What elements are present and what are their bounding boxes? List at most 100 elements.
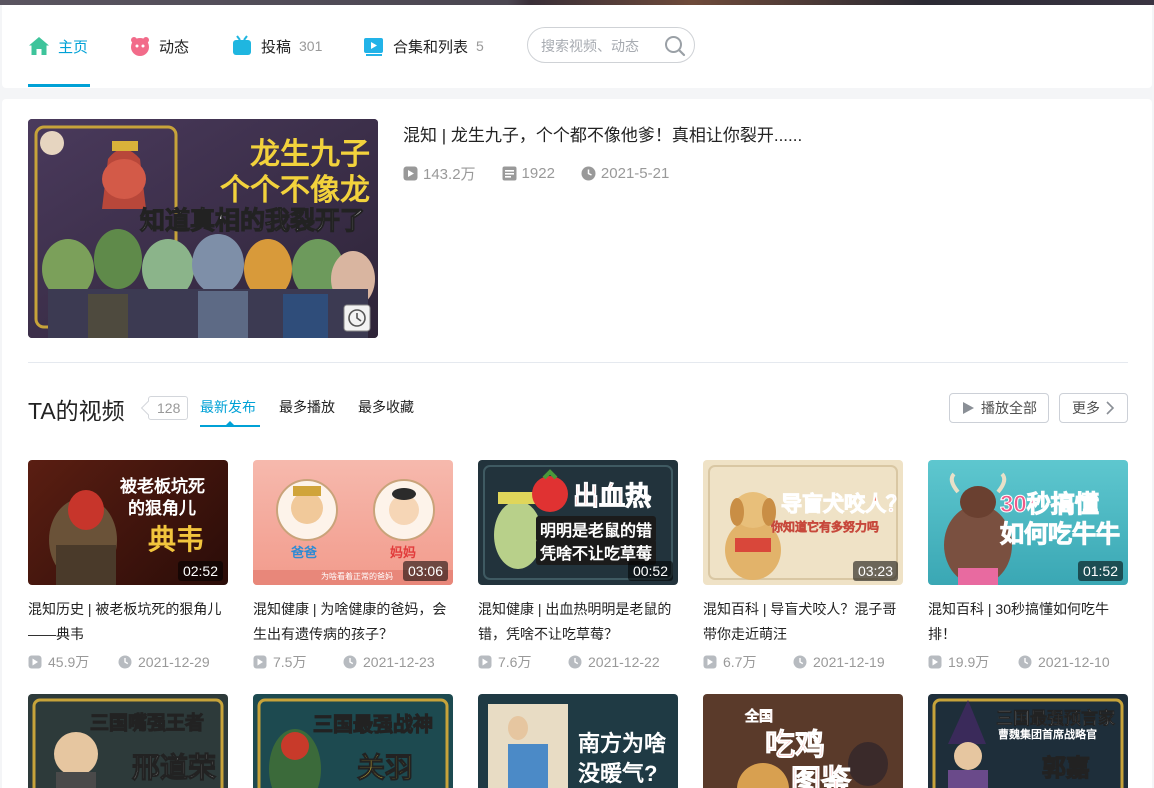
publish-date-value: 2021-12-29: [138, 654, 210, 670]
publish-date-value: 2021-12-22: [588, 654, 660, 670]
video-card[interactable]: 南方为啥 没暖气?: [478, 694, 678, 788]
nav-tab-label: 动态: [159, 38, 190, 56]
video-card[interactable]: 全国 吃鸡 图鉴: [703, 694, 903, 788]
clock-icon: [343, 655, 357, 669]
home-icon: [28, 35, 50, 57]
video-card[interactable]: 三国最强预言家 曹魏集团首席战略官 郭嘉: [928, 694, 1128, 788]
thumb-text: 三国最强战神: [313, 714, 434, 737]
publish-date-value: 2021-12-19: [813, 654, 885, 670]
play-all-button[interactable]: 播放全部: [949, 393, 1049, 423]
play-count: 19.9万: [928, 652, 1018, 672]
video-thumbnail[interactable]: 全国 吃鸡 图鉴: [703, 694, 903, 788]
video-thumbnail[interactable]: 导盲犬咬人？ 你知道它有多努力吗 03:23: [703, 460, 903, 585]
play-icon: [963, 402, 974, 414]
videos-count-badge: 128: [148, 396, 189, 420]
search-box[interactable]: [527, 27, 695, 63]
nav-tab-count: 301: [299, 38, 323, 54]
clock-icon: [581, 166, 596, 181]
video-meta: 6.7万 2021-12-19: [703, 653, 903, 671]
thumb-text: 关羽: [356, 752, 414, 784]
duration-badge: 03:23: [852, 561, 898, 581]
publish-date: 2021-12-10: [1018, 654, 1110, 670]
thumb-text: 爸爸: [291, 545, 318, 560]
sort-tab-most-played[interactable]: 最多播放: [279, 397, 335, 417]
nav-tab-label: 合集和列表: [393, 38, 469, 56]
video-card[interactable]: 出血热 明明是老鼠的错 凭啥不让吃草莓 00:52 混知健康 | 出血热明明是老…: [478, 460, 678, 671]
thumb-text: 典韦: [148, 524, 205, 555]
nav-tab-label: 主页: [58, 38, 89, 56]
sort-tab-latest[interactable]: 最新发布: [200, 397, 256, 417]
video-card[interactable]: 三国嘴强王者 邢道荣: [28, 694, 228, 788]
nav-tab-collections[interactable]: 合集和列表 5: [363, 35, 484, 57]
danmaku-count-value: 1922: [521, 165, 555, 182]
publish-date-value: 2021-12-23: [363, 654, 435, 670]
featured-video-meta: 143.2万 1922 2021-5-21: [403, 163, 695, 184]
video-card[interactable]: 爸爸 妈妈 为啥看着正常的爸妈 03:06 混知健康 | 为啥健康的爸妈，会生出…: [253, 460, 453, 671]
more-button[interactable]: 更多: [1059, 393, 1128, 423]
thumb-text: 南方为啥: [578, 731, 667, 756]
play-count-icon: [928, 655, 942, 669]
play-count: 6.7万: [703, 652, 793, 672]
duration-badge: 03:06: [402, 561, 448, 581]
play-count-value: 7.6万: [498, 654, 532, 670]
nav-tab-label: 投稿: [261, 38, 292, 56]
playlist-icon: [363, 35, 385, 57]
more-label: 更多: [1072, 400, 1100, 416]
play-count-value: 143.2万: [423, 166, 476, 183]
video-title[interactable]: 混知健康 | 出血热明明是老鼠的错，凭啥不让吃草莓？: [478, 597, 678, 647]
featured-video-title[interactable]: 混知 | 龙生九子，个个都不像他爹！真相让你裂开......: [403, 121, 802, 146]
search-input[interactable]: [541, 36, 659, 56]
search-icon[interactable]: [663, 34, 687, 58]
clock-icon: [118, 655, 132, 669]
publish-date-value: 2021-12-10: [1038, 654, 1110, 670]
play-count: 143.2万: [403, 163, 476, 184]
play-all-label: 播放全部: [981, 400, 1037, 416]
thumb-text: 知道真相的我裂开了: [139, 207, 366, 236]
video-thumbnail[interactable]: 三国最强战神 关羽: [253, 694, 453, 788]
video-thumbnail[interactable]: 出血热 明明是老鼠的错 凭啥不让吃草莓 00:52: [478, 460, 678, 585]
clock-icon: [568, 655, 582, 669]
danmaku-icon: [502, 166, 517, 181]
video-thumbnail[interactable]: 三国最强预言家 曹魏集团首席战略官 郭嘉: [928, 694, 1128, 788]
video-thumbnail[interactable]: 三国嘴强王者 邢道荣: [28, 694, 228, 788]
video-thumbnail[interactable]: 南方为啥 没暖气?: [478, 694, 678, 788]
dynamic-icon: [129, 35, 151, 57]
sort-tab-underline: [200, 421, 260, 427]
play-count-value: 19.9万: [948, 654, 990, 670]
publish-date: 2021-12-19: [793, 654, 885, 670]
video-thumbnail[interactable]: 30秒搞懂 如何吃牛牛 01:52: [928, 460, 1128, 585]
thumb-text: 曹魏集团首席战略官: [998, 729, 1097, 741]
featured-video-thumbnail[interactable]: 龙生九子 个个不像龙 知道真相的我裂开了: [28, 119, 378, 338]
nav-tab-home[interactable]: 主页: [28, 35, 88, 57]
thumb-text: 出血热: [572, 481, 652, 512]
videos-section-title: TA的视频: [28, 398, 125, 424]
video-title[interactable]: 混知百科 | 30秒搞懂如何吃牛排！: [928, 597, 1128, 647]
video-thumbnail[interactable]: 爸爸 妈妈 为啥看着正常的爸妈 03:06: [253, 460, 453, 585]
video-card[interactable]: 导盲犬咬人？ 你知道它有多努力吗 03:23 混知百科 | 导盲犬咬人？混子哥带…: [703, 460, 903, 671]
video-thumbnail[interactable]: 被老板坑死 的狠角儿 典韦 02:52: [28, 460, 228, 585]
thumb-text: 如何吃牛牛: [1000, 521, 1121, 549]
video-card[interactable]: 被老板坑死 的狠角儿 典韦 02:52 混知历史 | 被老板坑死的狠角儿——典韦…: [28, 460, 228, 671]
video-title[interactable]: 混知百科 | 导盲犬咬人？混子哥带你走近萌汪: [703, 597, 903, 647]
publish-date: 2021-12-22: [568, 654, 660, 670]
video-card[interactable]: 30秒搞懂 如何吃牛牛 01:52 混知百科 | 30秒搞懂如何吃牛排！ 19.…: [928, 460, 1128, 671]
thumb-text: 没暖气?: [578, 761, 658, 786]
thumb-text: 导盲犬咬人？: [781, 493, 904, 517]
profile-nav-bar: 主页 动态 投稿 301 合集和列表 5: [2, 5, 1152, 88]
nav-tab-dynamic[interactable]: 动态: [129, 35, 189, 57]
video-title[interactable]: 混知历史 | 被老板坑死的狠角儿——典韦: [28, 597, 228, 647]
sort-tab-most-favorited[interactable]: 最多收藏: [358, 397, 414, 417]
play-count-icon: [253, 655, 267, 669]
video-card[interactable]: 三国最强战神 关羽: [253, 694, 453, 788]
thumb-text: 三国嘴强王者: [89, 713, 205, 735]
video-meta: 45.9万 2021-12-29: [28, 653, 228, 671]
active-tab-underline: [28, 84, 90, 87]
play-count-icon: [403, 166, 418, 181]
video-title[interactable]: 混知健康 | 为啥健康的爸妈，会生出有遗传病的孩子？: [253, 597, 453, 647]
thumb-text: 为啥看着正常的爸妈: [321, 572, 393, 581]
play-count-value: 6.7万: [723, 654, 757, 670]
video-meta: 7.5万 2021-12-23: [253, 653, 453, 671]
upload-tv-icon: [231, 35, 253, 57]
nav-tab-uploads[interactable]: 投稿 301: [231, 35, 322, 57]
publish-date: 2021-12-23: [343, 654, 435, 670]
